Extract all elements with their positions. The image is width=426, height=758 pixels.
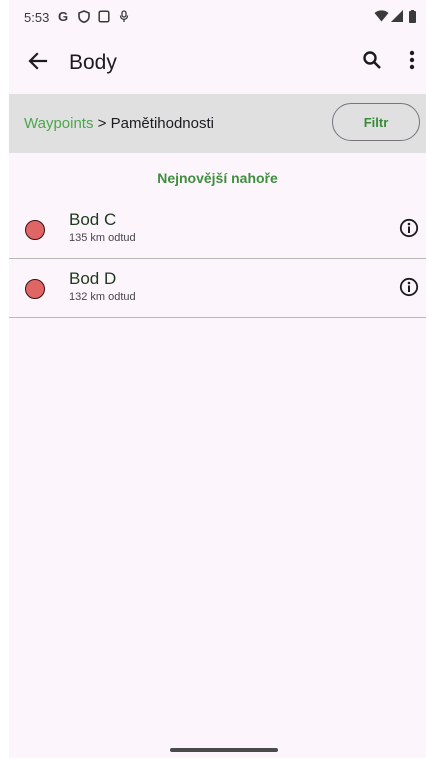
- breadcrumb-current: Pamětihodnosti: [110, 115, 214, 132]
- waypoint-name: Bod D: [69, 269, 117, 288]
- svg-text:G: G: [58, 10, 68, 23]
- breadcrumb-bar: Waypoints > Pamětihodnosti Filtr: [9, 94, 426, 153]
- waypoint-marker-icon: [25, 279, 45, 299]
- app-screen: 5:53 G Body Waypoints > Pamětihodnosti F…: [9, 0, 426, 758]
- back-button[interactable]: [23, 48, 53, 78]
- waypoint-info-button[interactable]: [398, 218, 420, 243]
- search-icon: [362, 50, 382, 75]
- screenshot-icon: [97, 9, 111, 23]
- google-g-icon: G: [57, 9, 71, 23]
- breadcrumb-root-link[interactable]: Waypoints: [24, 115, 93, 132]
- wifi-icon: [373, 9, 389, 23]
- page-title: Body: [69, 51, 117, 74]
- more-vert-icon: [409, 50, 415, 75]
- waypoint-list-item[interactable]: Bod C 135 km odtud: [9, 200, 426, 259]
- signal-icon: [390, 9, 403, 23]
- sort-order-label[interactable]: Nejnovější nahoře: [9, 170, 426, 186]
- waypoint-distance: 135 km odtud: [69, 232, 136, 244]
- gesture-nav-handle[interactable]: [170, 748, 278, 752]
- waypoint-info-button[interactable]: [398, 277, 420, 302]
- shield-icon: [77, 9, 91, 23]
- breadcrumb: Waypoints > Pamětihodnosti: [24, 115, 214, 132]
- status-bar: 5:53 G: [9, 0, 426, 34]
- app-bar: Body: [9, 34, 426, 94]
- search-button[interactable]: [358, 48, 386, 76]
- waypoint-marker-icon: [25, 220, 45, 240]
- waypoint-list-item[interactable]: Bod D 132 km odtud: [9, 259, 426, 318]
- waypoint-name: Bod C: [69, 210, 117, 229]
- list-divider: [9, 317, 426, 318]
- waypoint-distance: 132 km odtud: [69, 291, 136, 303]
- status-time: 5:53: [24, 10, 50, 25]
- more-options-button[interactable]: [404, 48, 420, 76]
- filter-button[interactable]: Filtr: [332, 103, 420, 141]
- info-icon: [399, 277, 419, 302]
- breadcrumb-separator: >: [93, 115, 111, 132]
- arrow-left-icon: [28, 51, 48, 75]
- microphone-icon: [118, 9, 130, 23]
- battery-icon: [408, 9, 417, 23]
- info-icon: [399, 218, 419, 243]
